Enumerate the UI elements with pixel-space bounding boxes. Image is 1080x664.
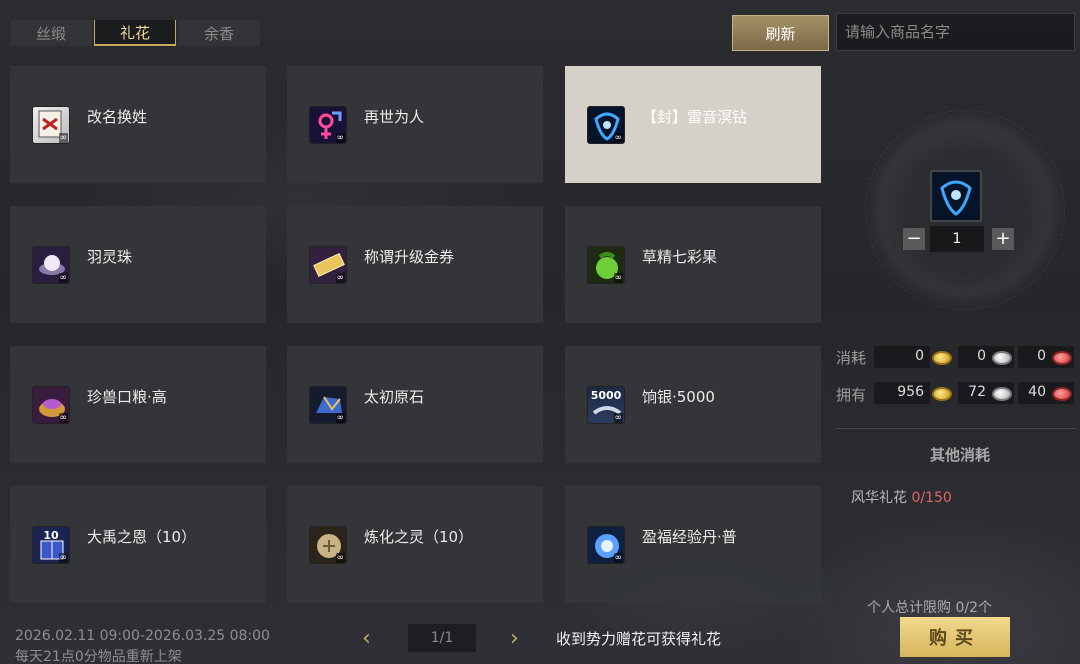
item-card[interactable]: 10 ∞ 大禹之恩（10） <box>10 486 266 603</box>
sale-date-range: 2026.02.11 09:00-2026.03.25 08:00 <box>15 628 270 644</box>
own-red-value: 40 <box>1028 384 1046 400</box>
silver-5000-icon: 5000 ∞ <box>587 386 625 424</box>
own-label: 拥有 <box>836 386 867 404</box>
tab-fireworks[interactable]: 礼花 <box>94 20 176 46</box>
item-name: 大禹之恩（10） <box>87 528 197 546</box>
tab-silk[interactable]: 丝缎 <box>10 20 92 46</box>
gold-coin-icon <box>932 387 952 401</box>
consume-gold-value: 0 <box>915 348 924 364</box>
name-card-icon: ∞ <box>32 106 70 144</box>
quantity-value[interactable]: 1 <box>930 226 984 252</box>
ore-stone-icon: ∞ <box>309 386 347 424</box>
divider <box>836 428 1076 429</box>
item-card[interactable]: ∞ 珍兽口粮·高 <box>10 346 266 463</box>
item-card[interactable]: 5000 ∞ 饷银·5000 <box>565 346 821 463</box>
exp-pill-icon: ∞ <box>587 526 625 564</box>
item-name: 草精七彩果 <box>642 248 718 266</box>
own-silver-value: 72 <box>968 384 986 400</box>
item-name: 称谓升级金券 <box>364 248 455 266</box>
category-tabs: 丝缎 礼花 余香 <box>10 20 260 46</box>
quantity-plus-button[interactable]: + <box>992 228 1014 250</box>
item-name: 再世为人 <box>364 108 425 126</box>
other-cost-name: 风华礼花 <box>851 490 907 506</box>
next-page-button[interactable]: › <box>510 626 519 651</box>
gender-symbol-icon: ∞ <box>309 106 347 144</box>
item-card[interactable]: ∞ 炼化之灵（10） <box>287 486 543 603</box>
purchase-limit-value: 0/2个 <box>955 600 992 616</box>
gold-coin-icon <box>932 351 952 365</box>
spirit-orb-icon: ∞ <box>309 526 347 564</box>
item-card[interactable]: ∞ 称谓升级金券 <box>287 206 543 323</box>
other-cost-count: 0/150 <box>911 490 952 506</box>
red-coin-icon <box>1052 351 1072 365</box>
other-cost-item: 风华礼花 0/150 <box>851 487 952 507</box>
item-name: 盈福经验丹·普 <box>642 528 737 546</box>
blue-gem-icon: ∞ <box>587 106 625 144</box>
red-coin-icon <box>1052 387 1072 401</box>
item-card[interactable]: ∞ 羽灵珠 <box>10 206 266 323</box>
item-name: 【封】雷音溟钻 <box>642 108 748 126</box>
item-card[interactable]: ∞ 改名换姓 <box>10 66 266 183</box>
item-name: 改名换姓 <box>87 108 148 126</box>
page-indicator: 1/1 <box>408 624 476 652</box>
other-cost-title: 其他消耗 <box>930 446 991 464</box>
selected-item-preview <box>930 170 982 222</box>
prev-page-button[interactable]: ‹ <box>362 626 371 651</box>
item-card[interactable]: ∞ 再世为人 <box>287 66 543 183</box>
item-name: 太初原石 <box>364 388 425 406</box>
item-card[interactable]: ∞ 太初原石 <box>287 346 543 463</box>
silver-coin-icon <box>992 387 1012 401</box>
quantity-minus-button[interactable]: − <box>903 228 925 250</box>
search-input[interactable] <box>836 13 1075 51</box>
pearl-icon: ∞ <box>32 246 70 284</box>
fireworks-notice: 收到势力赠花可获得礼花 <box>556 630 722 648</box>
consume-silver-value: 0 <box>977 348 986 364</box>
restock-note: 每天21点0分物品重新上架 <box>15 649 182 664</box>
green-fruit-icon: ∞ <box>587 246 625 284</box>
consume-label: 消耗 <box>836 349 867 367</box>
tab-fragrance[interactable]: 余香 <box>178 20 260 46</box>
purchase-limit: 个人总计限购 0/2个 <box>867 597 992 617</box>
refresh-button[interactable]: 刷新 <box>732 15 829 51</box>
item-card[interactable]: ∞ 盈福经验丹·普 <box>565 486 821 603</box>
blue-gem-icon <box>932 172 980 220</box>
consume-red-value: 0 <box>1037 348 1046 364</box>
own-gold-value: 956 <box>897 384 924 400</box>
item-name: 炼化之灵（10） <box>364 528 474 546</box>
item-card-selected[interactable]: ∞ 【封】雷音溟钻 <box>565 66 821 183</box>
silver-coin-icon <box>992 351 1012 365</box>
buy-button[interactable]: 购买 <box>900 617 1010 657</box>
pet-food-icon: ∞ <box>32 386 70 424</box>
purchase-limit-label: 个人总计限购 <box>867 600 951 616</box>
gold-ticket-icon: ∞ <box>309 246 347 284</box>
item-name: 饷银·5000 <box>642 388 715 406</box>
item-name: 珍兽口粮·高 <box>87 388 167 406</box>
item-name: 羽灵珠 <box>87 248 133 266</box>
item-card[interactable]: ∞ 草精七彩果 <box>565 206 821 323</box>
book-icon: 10 ∞ <box>32 526 70 564</box>
